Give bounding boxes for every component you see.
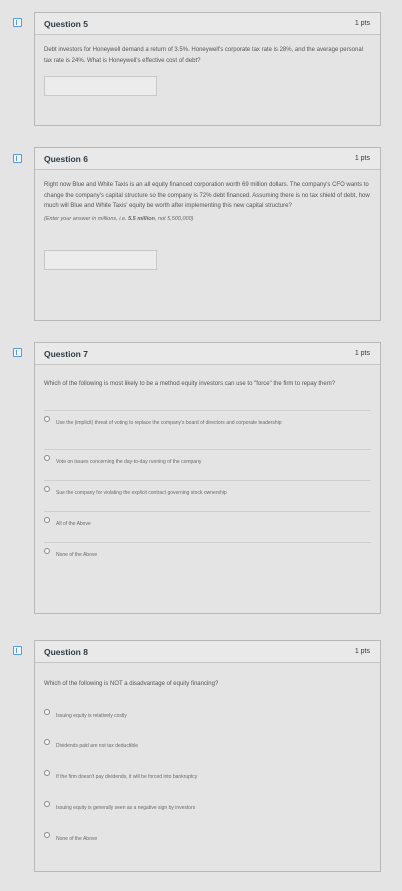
answer-option[interactable]: Use the (implicit) threat of voting to r…: [44, 409, 371, 449]
answer-option-label: Use the (implicit) threat of voting to r…: [56, 419, 282, 426]
question-header: Question 5 1 pts: [35, 13, 380, 35]
answer-option-label: Issuing equity is generally seen as a ne…: [56, 804, 196, 811]
question-text: Which of the following is most likely to…: [44, 381, 336, 387]
answer-option-label: None of the Above: [56, 835, 98, 842]
radio-button[interactable]: [44, 516, 50, 523]
radio-button[interactable]: [44, 738, 50, 745]
radio-button[interactable]: [44, 769, 50, 776]
answer-option-label: Sue the company for violating the explic…: [56, 489, 227, 496]
radio-button[interactable]: [44, 547, 50, 554]
question-points: 1 pts: [354, 648, 370, 655]
radio-button[interactable]: [44, 831, 50, 838]
question-card: Question 5 1 pts Debt investors for Hone…: [34, 12, 381, 126]
flag-question-icon[interactable]: [13, 18, 22, 27]
answer-option-label: If the firm doesn't pay dividends, it wi…: [56, 773, 198, 780]
question-header: Question 7 1 pts: [35, 343, 380, 365]
answer-options: Issuing equity is relatively costly Divi…: [44, 704, 371, 855]
answer-option-label: None of the Above: [56, 551, 98, 558]
radio-button[interactable]: [44, 454, 50, 461]
question-card: Question 6 1 pts Right now Blue and Whit…: [34, 147, 381, 321]
answer-option-label: Vote on issues concerning the day-to-day…: [56, 458, 202, 465]
radio-button[interactable]: [44, 485, 50, 492]
answer-option[interactable]: None of the Above: [44, 541, 371, 570]
flag-question-icon[interactable]: [13, 348, 22, 357]
answer-input[interactable]: [44, 76, 157, 96]
answer-option[interactable]: Issuing equity is generally seen as a ne…: [44, 796, 371, 827]
radio-button[interactable]: [44, 708, 50, 715]
question-title: Question 8: [44, 646, 88, 657]
question-title: Question 7: [44, 348, 88, 359]
answer-option[interactable]: None of the Above: [44, 827, 371, 855]
question-card: Question 8 1 pts Which of the following …: [34, 640, 381, 872]
question-title: Question 5: [44, 18, 88, 29]
answer-option[interactable]: If the firm doesn't pay dividends, it wi…: [44, 765, 371, 796]
answer-option-label: Issuing equity is relatively costly: [56, 712, 127, 719]
answer-input[interactable]: [44, 249, 157, 270]
answer-option[interactable]: Vote on issues concerning the day-to-day…: [44, 448, 371, 480]
radio-button[interactable]: [44, 415, 50, 422]
question-header: Question 6 1 pts: [35, 148, 380, 170]
question-points: 1 pts: [354, 350, 370, 357]
question-text: Which of the following is NOT a disadvan…: [44, 681, 219, 687]
flag-question-icon[interactable]: [13, 646, 22, 655]
question-text: Right now Blue and White Taxis is an all…: [44, 182, 370, 209]
question-points: 1 pts: [354, 20, 370, 27]
answer-option[interactable]: Dividends paid are not tax deductible: [44, 734, 371, 765]
answer-format-hint: (Enter your answer in millions, i.e. 5.5…: [44, 215, 194, 222]
question-title: Question 6: [44, 153, 88, 164]
question-text: Debt investors for Honeywell demand a re…: [44, 47, 363, 64]
answer-option[interactable]: All of the Above: [44, 510, 371, 542]
question-points: 1 pts: [354, 155, 370, 162]
question-card: Question 7 1 pts Which of the following …: [34, 342, 381, 614]
answer-option[interactable]: Issuing equity is relatively costly: [44, 704, 371, 734]
flag-question-icon[interactable]: [13, 154, 22, 163]
answer-option[interactable]: Sue the company for violating the explic…: [44, 479, 371, 511]
question-header: Question 8 1 pts: [35, 641, 380, 663]
radio-button[interactable]: [44, 800, 50, 807]
answer-option-label: Dividends paid are not tax deductible: [56, 742, 138, 749]
answer-option-label: All of the Above: [56, 520, 91, 527]
answer-options: Use the (implicit) threat of voting to r…: [44, 409, 371, 570]
